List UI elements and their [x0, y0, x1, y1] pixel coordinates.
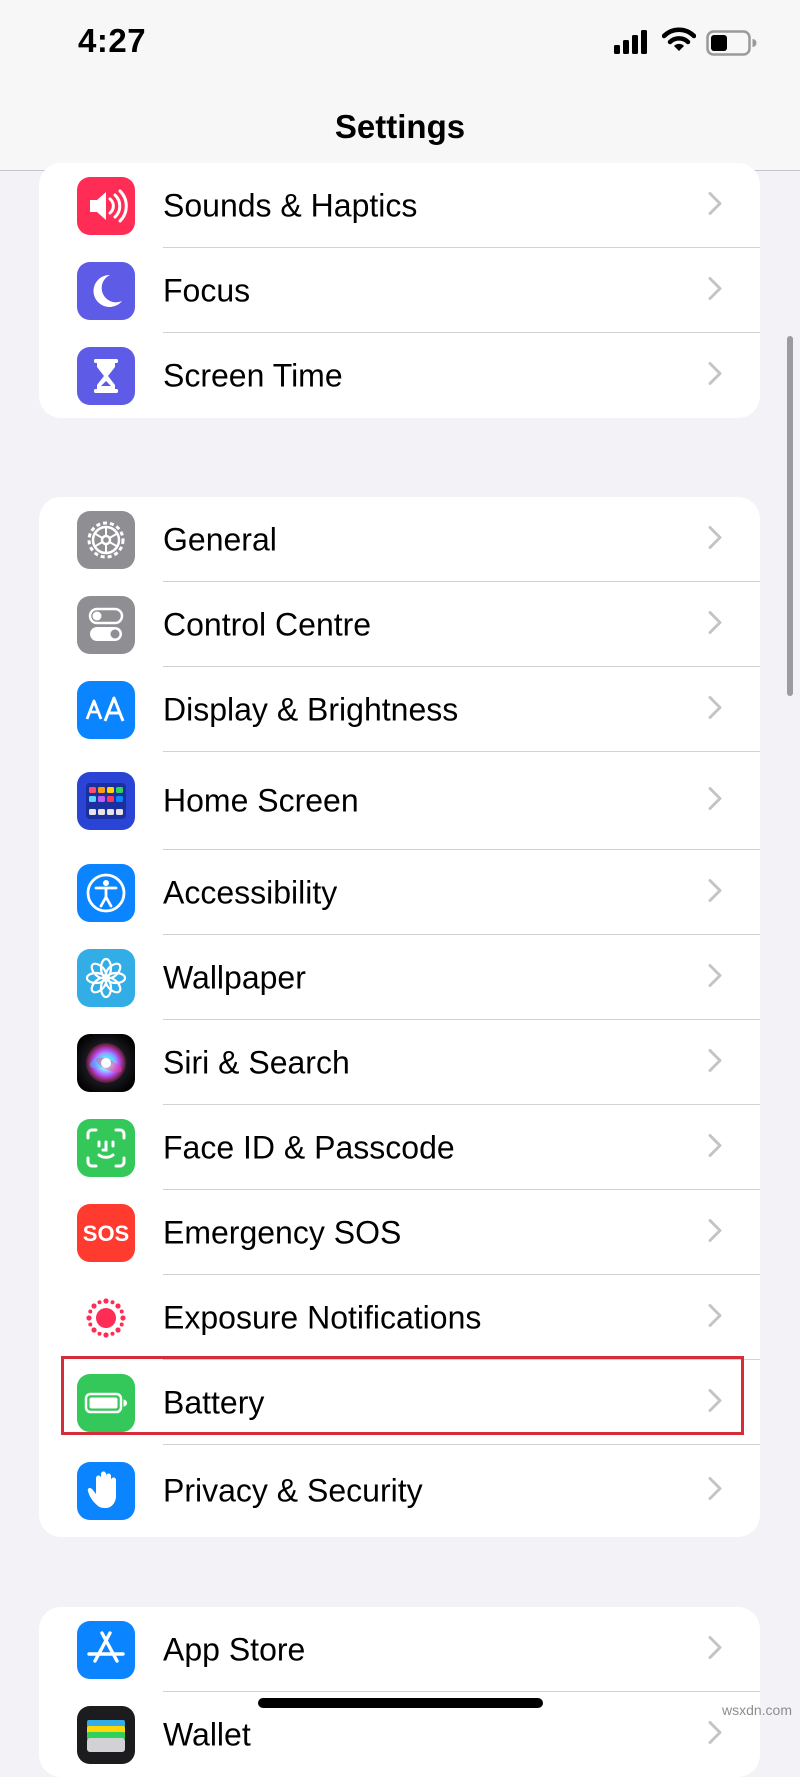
- status-bar: 4:27: [0, 0, 800, 90]
- siri-icon: [77, 1033, 135, 1092]
- hourglass-icon: [77, 346, 135, 405]
- settings-group-sound-focus: Sounds & Haptics Focus Screen Time: [39, 163, 760, 418]
- settings-row-accessibility[interactable]: Accessibility: [39, 850, 760, 935]
- chevron-right-icon: [708, 1303, 722, 1332]
- settings-row-home-screen[interactable]: Home Screen: [39, 752, 760, 850]
- chevron-right-icon: [708, 525, 722, 554]
- settings-row-privacy-security[interactable]: Privacy & Security: [39, 1445, 760, 1537]
- app-store-icon: [77, 1620, 135, 1679]
- accessibility-icon: [77, 863, 135, 922]
- settings-row-focus[interactable]: Focus: [39, 248, 760, 333]
- settings-row-display-brightness[interactable]: Display & Brightness: [39, 667, 760, 752]
- chevron-right-icon: [708, 1048, 722, 1077]
- chevron-right-icon: [708, 361, 722, 390]
- battery-highlight-box: [61, 1356, 744, 1435]
- settings-row-label: App Store: [163, 1631, 306, 1667]
- settings-row-exposure-notifications[interactable]: Exposure Notifications: [39, 1275, 760, 1360]
- settings-row-label: Siri & Search: [163, 1044, 350, 1080]
- chevron-right-icon: [708, 878, 722, 907]
- chevron-right-icon: [708, 610, 722, 639]
- chevron-right-icon: [708, 1720, 722, 1749]
- nav-bar: Settings: [0, 90, 800, 171]
- settings-row-label: Privacy & Security: [163, 1472, 423, 1509]
- settings-row-label: Sounds & Haptics: [163, 187, 418, 223]
- settings-row-emergency-sos[interactable]: SOS Emergency SOS: [39, 1190, 760, 1275]
- chevron-right-icon: [708, 695, 722, 724]
- settings-row-sounds-haptics[interactable]: Sounds & Haptics: [39, 163, 760, 248]
- settings-row-label: Home Screen: [163, 782, 359, 819]
- settings-row-face-id-passcode[interactable]: Face ID & Passcode: [39, 1105, 760, 1190]
- hand-icon: [77, 1462, 135, 1520]
- exposure-icon: [77, 1288, 135, 1347]
- sos-icon-text: SOS: [83, 1221, 129, 1246]
- settings-row-label: Exposure Notifications: [163, 1299, 482, 1335]
- battery-status-icon: [706, 30, 758, 61]
- wallet-icon: [77, 1705, 135, 1764]
- settings-row-screen-time[interactable]: Screen Time: [39, 333, 760, 418]
- settings-row-label: Wallpaper: [163, 959, 306, 995]
- speaker-icon: [77, 176, 135, 235]
- chevron-right-icon: [708, 1635, 722, 1664]
- chevron-right-icon: [708, 276, 722, 305]
- toggles-icon: [77, 595, 135, 654]
- chevron-right-icon: [708, 787, 722, 816]
- gear-icon: [77, 510, 135, 569]
- settings-row-label: Focus: [163, 272, 251, 308]
- settings-row-label: Display & Brightness: [163, 691, 459, 727]
- settings-row-control-centre[interactable]: Control Centre: [39, 582, 760, 667]
- settings-row-siri-search[interactable]: Siri & Search: [39, 1020, 760, 1105]
- home-indicator[interactable]: [258, 1698, 543, 1708]
- settings-row-label: Emergency SOS: [163, 1214, 402, 1250]
- moon-icon: [77, 261, 135, 320]
- sos-icon: SOS: [77, 1203, 135, 1262]
- settings-row-label: General: [163, 521, 277, 557]
- chevron-right-icon: [708, 1218, 722, 1247]
- chevron-right-icon: [708, 191, 722, 220]
- settings-row-wallpaper[interactable]: Wallpaper: [39, 935, 760, 1020]
- face-id-icon: [77, 1118, 135, 1177]
- page-title: Settings: [334, 108, 466, 145]
- settings-row-label: Accessibility: [163, 874, 338, 910]
- settings-row-general[interactable]: General: [39, 497, 760, 582]
- scroll-indicator[interactable]: [787, 336, 793, 696]
- text-size-icon: [77, 680, 135, 739]
- flower-icon: [77, 948, 135, 1007]
- settings-row-label: Face ID & Passcode: [163, 1129, 455, 1165]
- settings-row-label: Control Centre: [163, 606, 372, 642]
- chevron-right-icon: [708, 1477, 722, 1506]
- app-grid-icon: [77, 772, 135, 830]
- settings-row-label: Screen Time: [163, 357, 343, 393]
- chevron-right-icon: [708, 963, 722, 992]
- status-time: 4:27: [78, 22, 147, 59]
- settings-row-app-store[interactable]: App Store: [39, 1607, 760, 1692]
- watermark: wsxdn.com: [721, 1702, 792, 1718]
- wifi-icon: [661, 27, 697, 58]
- cellular-signal-icon: [614, 30, 650, 59]
- chevron-right-icon: [708, 1133, 722, 1162]
- settings-group-store: App Store Wallet: [39, 1607, 760, 1777]
